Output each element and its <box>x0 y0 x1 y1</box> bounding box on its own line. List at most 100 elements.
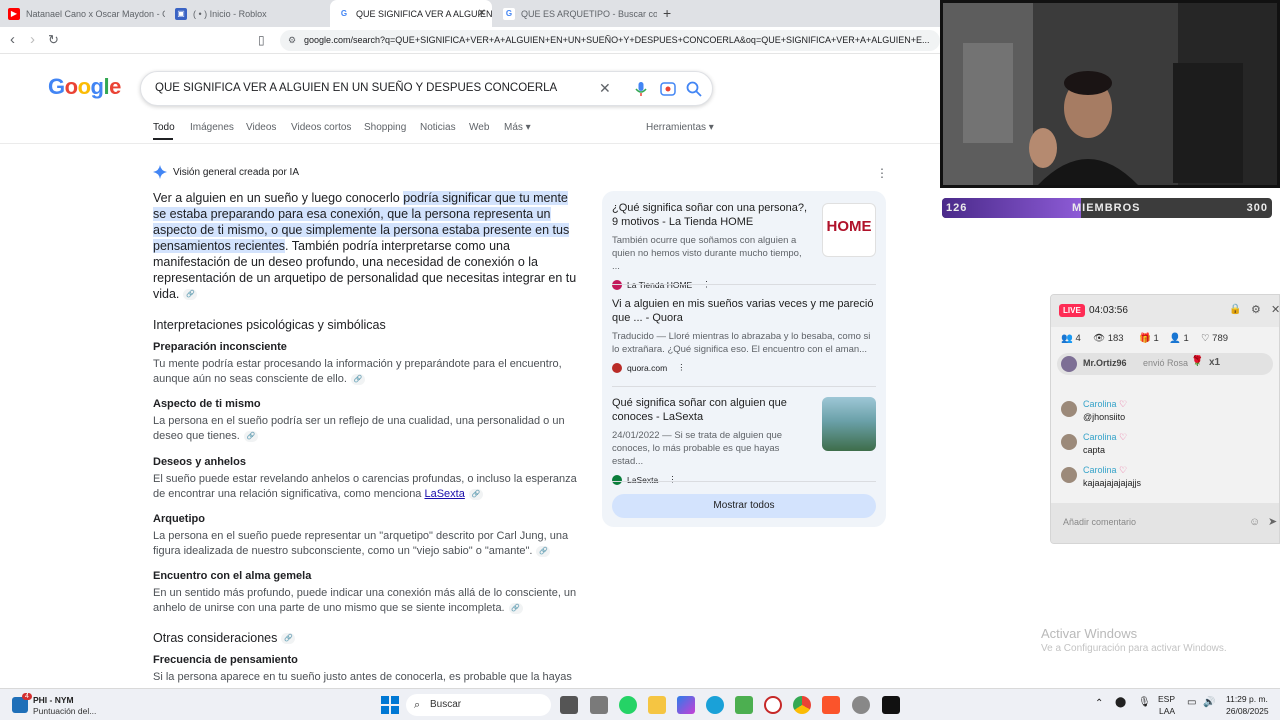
search-input[interactable]: QUE SIGNIFICA VER A ALGUIEN EN UN SUEÑO … <box>155 82 557 94</box>
chat-user-name: Carolina <box>1083 399 1117 409</box>
windows-start-icon[interactable] <box>381 696 399 714</box>
item-body: La persona en el sueño podría ser un ref… <box>153 414 578 444</box>
tab-web[interactable]: Web <box>469 122 489 133</box>
site-info-icon[interactable]: ⚙ <box>288 30 296 51</box>
source-title[interactable]: ¿Qué significa soñar con una persona?, 9… <box>612 201 812 229</box>
link-chip-icon[interactable]: 🔗 <box>183 289 198 301</box>
opera-icon[interactable] <box>764 696 782 714</box>
active-tab-underline <box>153 138 173 140</box>
source-card[interactable]: Vi a alguien en mis sueños varias veces … <box>612 297 876 373</box>
clear-icon[interactable]: ✕ <box>599 80 619 100</box>
source-title[interactable]: Qué significa soñar con alguien que cono… <box>612 396 812 424</box>
language-top[interactable]: ESP <box>1158 694 1175 704</box>
source-thumbnail[interactable]: HOME <box>822 203 876 257</box>
browser-tab-active[interactable]: G QUE SIGNIFICA VER A ALGUIEN ✕ <box>330 0 492 27</box>
edge-icon[interactable] <box>706 696 724 714</box>
network-icon[interactable]: ▭ <box>1187 697 1196 708</box>
person-icon: 👤 <box>1169 333 1181 344</box>
browser-tab-youtube[interactable]: ▶ Natanael Cano x Oscar Maydon - Gu <box>0 0 165 27</box>
search-box[interactable]: QUE SIGNIFICA VER A ALGUIEN EN UN SUEÑO … <box>140 71 713 106</box>
tools-label: Herramientas <box>646 122 707 133</box>
google-icon: G <box>338 7 350 20</box>
close-icon[interactable]: ✕ <box>1271 303 1279 316</box>
new-tab-button[interactable]: + <box>663 5 671 21</box>
settings-icon[interactable]: ⚙ <box>1251 303 1261 316</box>
browser-tab-arquetipo[interactable]: G QUE ES ARQUETIPO - Buscar con Go <box>495 0 657 27</box>
tools-dropdown[interactable]: Herramientas ▾ <box>646 122 714 133</box>
avatar <box>1061 401 1077 417</box>
item-text: La persona en el sueño podría ser un ref… <box>153 415 565 442</box>
link-chip-icon[interactable]: 🔗 <box>243 430 258 442</box>
browser-toolbar: ‹ › ↻ ▯ ⚙ google.com/search?q=QUE+SIGNIF… <box>0 27 940 54</box>
brave-icon[interactable] <box>822 696 840 714</box>
tab-videos-cortos[interactable]: Videos cortos <box>291 122 351 133</box>
members-current: 126 <box>946 202 968 214</box>
link-chip-icon[interactable]: 🔗 <box>350 373 365 385</box>
divider <box>612 481 876 482</box>
clock-time[interactable]: 11:29 p. m. <box>1226 694 1268 704</box>
link-chip-icon[interactable]: 🔗 <box>468 488 483 500</box>
more-options-icon[interactable]: ⋮ <box>876 166 888 180</box>
source-thumbnail[interactable] <box>822 397 876 451</box>
copilot-icon[interactable] <box>677 696 695 714</box>
source-card[interactable]: Qué significa soñar con alguien que cono… <box>612 396 812 485</box>
search-icon[interactable] <box>684 79 704 99</box>
taskbar-search[interactable]: ⌕ Buscar <box>406 694 551 716</box>
tab-mas[interactable]: Más ▾ <box>504 122 531 133</box>
more-icon[interactable]: ⋮ <box>677 362 686 373</box>
tray-app-icon[interactable]: ⬤ <box>1115 697 1126 708</box>
reload-icon[interactable]: ↻ <box>48 32 59 48</box>
microphone-icon[interactable]: 🎙 <box>1138 697 1151 708</box>
volume-icon[interactable]: 🔊 <box>1203 697 1215 708</box>
language-bottom[interactable]: LAA <box>1159 706 1175 716</box>
task-view-icon[interactable] <box>560 696 578 714</box>
link-chip-icon[interactable]: 🔗 <box>536 545 551 557</box>
gift-text: envió Rosa <box>1143 358 1189 368</box>
tiktok-icon[interactable] <box>882 696 900 714</box>
lasexta-link[interactable]: LaSexta <box>424 488 464 500</box>
chat-text: kajaajajajajajjs <box>1083 478 1142 488</box>
activation-watermark-text: Ve a Configuración para activar Windows. <box>1041 643 1227 654</box>
chat-user-name: Carolina <box>1083 465 1117 475</box>
address-bar[interactable]: ⚙ google.com/search?q=QUE+SIGNIFICA+VER+… <box>280 30 940 51</box>
browser-tab-strip: ▶ Natanael Cano x Oscar Maydon - Gu ▣ ( … <box>0 0 940 27</box>
tray-chevron-icon[interactable]: ⌃ <box>1095 698 1103 709</box>
back-icon[interactable]: ‹ <box>10 31 15 48</box>
tab-shopping[interactable]: Shopping <box>364 122 406 133</box>
lock-icon[interactable]: 🔒 <box>1229 304 1241 315</box>
item-title: Frecuencia de pensamiento <box>153 654 298 666</box>
notification-badge: 4 <box>22 693 32 700</box>
more-icon[interactable]: ⋮ <box>668 474 677 485</box>
tab-noticias[interactable]: Noticias <box>420 122 456 133</box>
send-icon[interactable]: ➤ <box>1268 515 1277 528</box>
microphone-icon[interactable] <box>631 79 651 99</box>
emoji-icon[interactable]: ☺ <box>1249 516 1260 528</box>
comment-input[interactable]: Añadir comentario <box>1063 517 1136 527</box>
stat-followers: 👤 1 <box>1169 333 1189 344</box>
file-explorer-icon[interactable] <box>648 696 666 714</box>
clock-date[interactable]: 26/08/2025 <box>1226 706 1269 716</box>
store-icon[interactable] <box>735 696 753 714</box>
whatsapp-icon[interactable] <box>619 696 637 714</box>
tab-todo[interactable]: Todo <box>153 122 175 133</box>
gift-user: Mr.Ortiz96 <box>1083 358 1127 368</box>
source-title[interactable]: Vi a alguien en mis sueños varias veces … <box>612 297 876 325</box>
google-icon: G <box>503 7 515 20</box>
forward-icon[interactable]: › <box>30 31 35 48</box>
link-chip-icon[interactable]: 🔗 <box>508 602 523 614</box>
chrome-icon[interactable] <box>793 696 811 714</box>
browser-tab-roblox[interactable]: ▣ ( • ) Inicio - Roblox <box>167 0 327 27</box>
widget-title[interactable]: PHI - NYM <box>33 695 74 705</box>
source-card[interactable]: ¿Qué significa soñar con una persona?, 9… <box>612 201 812 290</box>
lens-icon[interactable] <box>658 79 678 99</box>
show-all-button[interactable]: Mostrar todos <box>612 494 876 518</box>
bookmark-icon[interactable]: ▯ <box>258 33 265 47</box>
app-icon[interactable] <box>590 696 608 714</box>
link-chip-icon[interactable]: 🔗 <box>281 633 296 645</box>
google-logo[interactable]: Google <box>48 74 121 100</box>
close-tab-icon[interactable]: ✕ <box>478 8 486 19</box>
source-description: 24/01/2022 — Si se trata de alguien que … <box>612 430 783 467</box>
tab-videos[interactable]: Videos <box>246 122 276 133</box>
tab-imagenes[interactable]: Imágenes <box>190 122 234 133</box>
app-icon[interactable] <box>852 696 870 714</box>
